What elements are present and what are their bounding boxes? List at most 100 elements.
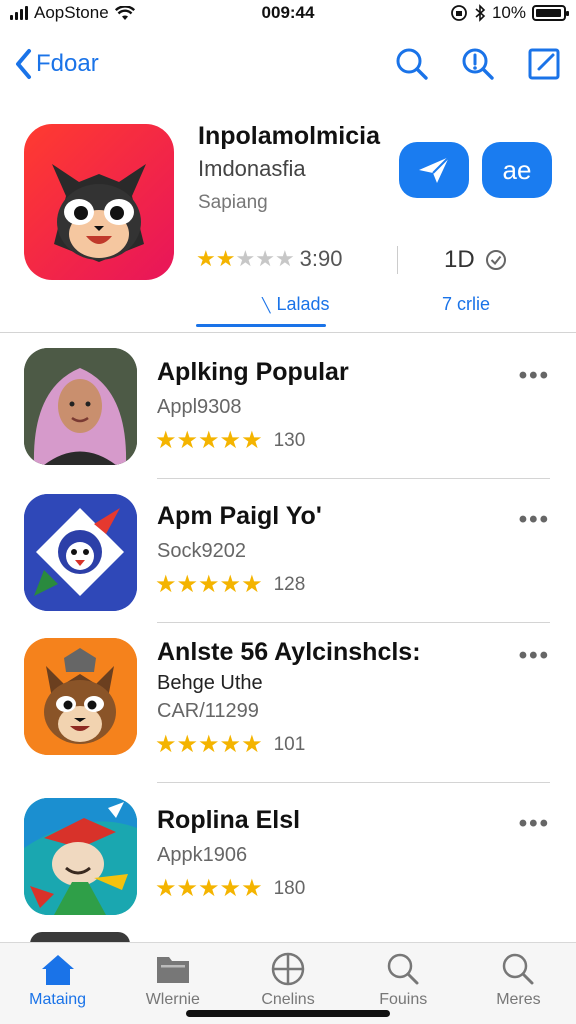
star-icon: ★ — [155, 731, 176, 758]
star-icon: ★ — [219, 731, 241, 758]
item-title: Apm Paigl Yo' — [157, 502, 322, 530]
section-divider — [0, 332, 576, 333]
status-left: AopStone — [10, 3, 135, 23]
star-icon: ★ — [196, 246, 216, 271]
app-header: Inpolamolmicia Imdonasfia Sapiang ae ★ ★ ★… — [0, 118, 576, 333]
tab-label: 7 crlie — [442, 294, 491, 314]
open-button[interactable]: ae — [482, 142, 552, 198]
tab-label: Cnelins — [261, 991, 315, 1008]
row-divider — [157, 622, 550, 623]
item-subtitle: Sock9202 — [157, 540, 246, 562]
more-button[interactable]: ••• — [519, 810, 550, 838]
bluetooth-icon — [475, 4, 486, 22]
check-circle-icon — [485, 250, 506, 270]
tab-label: Mataing — [29, 991, 87, 1008]
row-divider — [157, 782, 550, 783]
more-button[interactable]: ••• — [519, 506, 550, 534]
item-title: Anlste 56 Aylcinshcls: — [157, 638, 421, 666]
star-icon: ★ — [198, 731, 219, 758]
star-icon: ★ — [176, 427, 198, 454]
app-rating: ★ ★ ★ ★ ★ 3:90 — [196, 246, 343, 272]
battery-percent: 10% — [491, 3, 526, 22]
more-button[interactable]: ••• — [519, 362, 550, 390]
star-icon: ★ — [241, 427, 262, 454]
hat-character-icon — [24, 798, 137, 915]
open-button-label: ae — [502, 154, 532, 185]
woman-avatar-icon — [24, 348, 137, 465]
star-icon: ★ — [241, 571, 262, 598]
rating-count: 180 — [273, 877, 306, 899]
cat-mascot-icon — [52, 164, 146, 262]
rating-stars: ★ ★ ★ ★ ★ — [155, 426, 263, 455]
rating-stars: ★ ★ ★ ★ ★ — [155, 874, 263, 903]
compose-icon[interactable] — [526, 46, 562, 82]
header-divider — [397, 246, 398, 274]
item-subtitle: Appk1906 — [157, 844, 248, 866]
app-subtitle: Imdonasfia — [198, 156, 306, 181]
battery-icon — [532, 5, 569, 21]
star-icon: ★ — [155, 571, 176, 598]
status-right: 10% — [450, 3, 569, 23]
row-divider — [157, 478, 550, 479]
star-icon: ★ — [241, 731, 262, 758]
app-title: Inpolamolmicia — [198, 122, 380, 150]
back-button[interactable]: Fdoar — [14, 48, 99, 80]
star-icon: ★ — [176, 875, 198, 902]
rating-value: 3:90 — [299, 246, 343, 271]
item-rating: ★ ★ ★ ★ ★ 101 — [155, 730, 305, 759]
signal-icon — [10, 6, 28, 20]
folder-icon — [156, 957, 189, 983]
star-icon: ★ — [155, 875, 176, 902]
tab-icon: ╲ — [262, 297, 271, 313]
nav-actions — [394, 46, 562, 82]
star-icon: ★ — [219, 427, 241, 454]
tab-label: Lalads — [276, 294, 330, 314]
star-icon: ★ — [215, 246, 236, 271]
send-icon — [419, 156, 450, 183]
rating-count: 101 — [273, 733, 306, 755]
app-icon[interactable] — [24, 124, 174, 280]
chevron-left-icon — [16, 49, 31, 79]
star-icon: ★ — [176, 731, 198, 758]
raccoon-mascot-icon — [24, 638, 137, 755]
carrier-label: AopStone — [34, 3, 109, 22]
info-search-icon[interactable] — [460, 46, 496, 82]
tab-today[interactable]: Mataing — [0, 943, 115, 1024]
star-icon: ★ — [198, 427, 219, 454]
lock-rotation-icon — [451, 5, 467, 21]
home-icon — [41, 955, 74, 985]
star-icon: ★ — [235, 246, 255, 271]
tab-label: Wlernie — [145, 991, 200, 1008]
app-category: Sapiang — [198, 192, 268, 213]
globe-icon — [271, 952, 305, 986]
star-icon: ★ — [198, 571, 219, 598]
home-indicator[interactable] — [186, 1010, 390, 1017]
app-store-screen: AopStone 009:44 10% Fdoar Inpolamolmicia… — [0, 0, 576, 1024]
tab-crlie[interactable]: 7 crlie — [442, 294, 490, 315]
rating-count: 130 — [273, 429, 306, 451]
search-icon — [503, 953, 534, 985]
item-code: CAR/11299 — [157, 700, 259, 722]
star-icon: ★ — [198, 875, 219, 902]
size-label: 1D — [444, 246, 475, 273]
tab-search[interactable]: Meres — [461, 943, 576, 1024]
share-button[interactable] — [399, 142, 469, 198]
star-icon: ★ — [176, 571, 198, 598]
wifi-icon — [114, 5, 135, 20]
tab-lalads[interactable]: ╲ Lalads — [262, 294, 329, 315]
back-label: Fdoar — [36, 50, 99, 77]
star-icon: ★ — [255, 246, 275, 271]
item-title: Aplking Popular — [157, 358, 349, 386]
more-button[interactable]: ••• — [519, 642, 550, 670]
rating-stars: ★ ★ ★ ★ ★ — [155, 730, 263, 759]
item-subtitle: Appl9308 — [157, 396, 242, 418]
item-rating: ★ ★ ★ ★ ★ 180 — [155, 874, 305, 903]
nav-bar: Fdoar — [0, 36, 576, 92]
item-subtitle: Behge Uthe — [157, 672, 263, 694]
search-icon[interactable] — [394, 46, 430, 82]
item-rating: ★ ★ ★ ★ ★ 128 — [155, 570, 305, 599]
app-size: 1D — [444, 246, 507, 274]
star-icon: ★ — [241, 875, 262, 902]
star-icon: ★ — [219, 571, 241, 598]
item-rating: ★ ★ ★ ★ ★ 130 — [155, 426, 305, 455]
